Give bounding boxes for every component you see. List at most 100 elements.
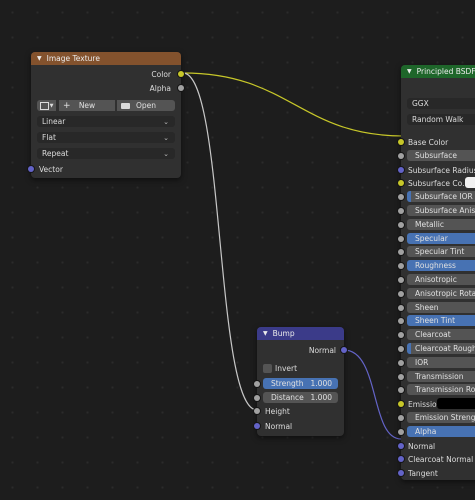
link-color-to-basecolor[interactable] — [182, 72, 405, 137]
distribution-dropdown[interactable]: GGX — [407, 98, 475, 109]
bsdf-value-field[interactable]: Clearcoat Roughn — [407, 343, 475, 354]
bsdf-value-fill — [407, 343, 411, 354]
link-bump-normal-to-normal[interactable] — [343, 349, 402, 440]
bsdf-input-socket[interactable] — [398, 456, 404, 462]
bsdf-input-socket[interactable] — [398, 291, 404, 297]
bsdf-value-field[interactable]: Roughness — [407, 260, 475, 271]
bsdf-input-socket[interactable] — [398, 415, 404, 421]
output-alpha-socket[interactable] — [178, 85, 184, 91]
bsdf-color-swatch[interactable] — [437, 398, 475, 409]
bsdf-input-label: Anisotropic Rotati — [415, 289, 475, 298]
image-browse-button[interactable]: ▼ — [37, 100, 56, 111]
bump-input-normal-socket[interactable] — [254, 423, 260, 429]
bsdf-input-row: Transmission Rou — [398, 384, 475, 396]
bsdf-input-socket[interactable] — [398, 305, 404, 311]
bsdf-input-socket[interactable] — [398, 236, 404, 242]
bsdf-color-swatch[interactable] — [465, 177, 475, 188]
bsdf-input-label: Base Color — [408, 138, 449, 147]
bsdf-input-socket[interactable] — [398, 194, 404, 200]
bsdf-input-socket[interactable] — [398, 318, 404, 324]
bump-output-normal-socket[interactable] — [341, 347, 347, 353]
principled-bsdf-node[interactable]: ▼ Principled BSDF GGX Random Walk Base C… — [398, 65, 475, 480]
subsurface-method-dropdown[interactable]: Random Walk — [407, 114, 475, 125]
bsdf-value-field[interactable]: Alpha — [407, 426, 475, 437]
bump-input-height-socket[interactable] — [254, 408, 260, 414]
interpolation-dropdown[interactable]: Linear ⌄ — [37, 116, 175, 127]
bsdf-value-field[interactable]: IOR — [407, 357, 475, 368]
new-image-button[interactable]: + New — [59, 100, 115, 111]
collapse-chevron-icon[interactable]: ▼ — [37, 55, 42, 62]
bsdf-input-socket[interactable] — [398, 346, 404, 352]
bsdf-input-row: Anisotropic Rotati — [398, 288, 475, 300]
bsdf-input-label: Tangent — [408, 469, 438, 478]
bsdf-value-field[interactable]: Emission Strength — [407, 412, 475, 423]
bsdf-input-socket[interactable] — [398, 153, 404, 159]
bsdf-value-field[interactable]: Specular Tint — [407, 246, 475, 257]
extension-value: Repeat — [42, 149, 69, 158]
bsdf-input-row: Roughness — [398, 260, 475, 272]
bsdf-input-label: Clearcoat Roughn — [415, 344, 475, 353]
input-vector-socket[interactable] — [28, 166, 34, 172]
bsdf-input-socket[interactable] — [398, 263, 404, 269]
bsdf-input-socket[interactable] — [398, 167, 404, 173]
bsdf-input-label: IOR — [415, 358, 429, 367]
bsdf-input-socket[interactable] — [398, 470, 404, 476]
invert-checkbox[interactable] — [263, 364, 272, 373]
bsdf-value-field[interactable]: Subsurface — [407, 150, 475, 161]
bsdf-input-socket[interactable] — [398, 180, 404, 186]
bsdf-value-field[interactable]: Metallic — [407, 219, 475, 230]
bsdf-value-field[interactable]: Anisotropic Rotati — [407, 288, 475, 299]
bsdf-input-row: Specular Tint — [398, 246, 475, 258]
bsdf-input-label: Specular — [415, 234, 448, 243]
collapse-chevron-icon[interactable]: ▼ — [263, 330, 268, 337]
bsdf-input-socket[interactable] — [398, 360, 404, 366]
output-color-row: Color — [31, 68, 184, 80]
bsdf-input-label: Roughness — [415, 261, 456, 270]
bump-input-normal-label: Normal — [265, 421, 293, 431]
bsdf-value-field[interactable]: Transmission — [407, 371, 475, 382]
bsdf-input-socket[interactable] — [398, 332, 404, 338]
bsdf-input-socket[interactable] — [398, 401, 404, 407]
bsdf-value-field[interactable]: Transmission Rou — [407, 384, 475, 395]
bsdf-input-row: Sheen — [398, 302, 475, 314]
distance-socket[interactable] — [254, 395, 260, 401]
image-texture-node[interactable]: ▼ Image Texture Color Alpha ▼ + New Open… — [28, 52, 184, 178]
image-texture-header[interactable]: ▼ Image Texture — [31, 52, 181, 65]
collapse-chevron-icon[interactable]: ▼ — [407, 68, 412, 75]
bsdf-value-field[interactable]: Subsurface Aniso — [407, 205, 475, 216]
bsdf-input-socket[interactable] — [398, 443, 404, 449]
bsdf-input-row: Subsurface — [398, 150, 475, 162]
strength-field[interactable]: Strength 1.000 — [263, 378, 338, 389]
bsdf-input-socket[interactable] — [398, 374, 404, 380]
strength-socket[interactable] — [254, 381, 260, 387]
link-color-to-height[interactable] — [182, 72, 258, 411]
projection-value: Flat — [42, 133, 56, 142]
bump-header[interactable]: ▼ Bump — [257, 327, 344, 340]
projection-dropdown[interactable]: Flat ⌄ — [37, 132, 175, 143]
bsdf-input-socket[interactable] — [398, 387, 404, 393]
principled-bsdf-header[interactable]: ▼ Principled BSDF — [401, 65, 475, 78]
bump-node[interactable]: ▼ Bump Normal Invert Strength 1.000 Dist… — [254, 327, 347, 436]
bsdf-input-socket[interactable] — [398, 249, 404, 255]
strength-label: Strength — [271, 379, 304, 388]
bsdf-value-field[interactable]: Sheen — [407, 302, 475, 313]
image-texture-title: Image Texture — [46, 54, 100, 63]
bsdf-value-field[interactable]: Sheen Tint — [407, 315, 475, 326]
bsdf-value-field[interactable]: Subsurface IOR — [407, 191, 475, 202]
bsdf-input-row: Subsurface Radius — [398, 164, 475, 176]
output-color-socket[interactable] — [178, 71, 184, 77]
bsdf-input-socket[interactable] — [398, 429, 404, 435]
open-image-button[interactable]: Open — [117, 100, 175, 111]
distance-value: 1.000 — [310, 393, 332, 402]
bsdf-value-field[interactable]: Specular — [407, 233, 475, 244]
bsdf-input-socket[interactable] — [398, 208, 404, 214]
bsdf-input-label: Clearcoat — [415, 330, 451, 339]
bsdf-input-socket[interactable] — [398, 139, 404, 145]
bsdf-value-field[interactable]: Clearcoat — [407, 329, 475, 340]
distance-field[interactable]: Distance 1.000 — [263, 392, 338, 403]
bsdf-input-socket[interactable] — [398, 277, 404, 283]
bsdf-input-socket[interactable] — [398, 222, 404, 228]
bsdf-input-label: Specular Tint — [415, 247, 465, 256]
extension-dropdown[interactable]: Repeat ⌄ — [37, 148, 175, 159]
bsdf-value-field[interactable]: Anisotropic — [407, 274, 475, 285]
